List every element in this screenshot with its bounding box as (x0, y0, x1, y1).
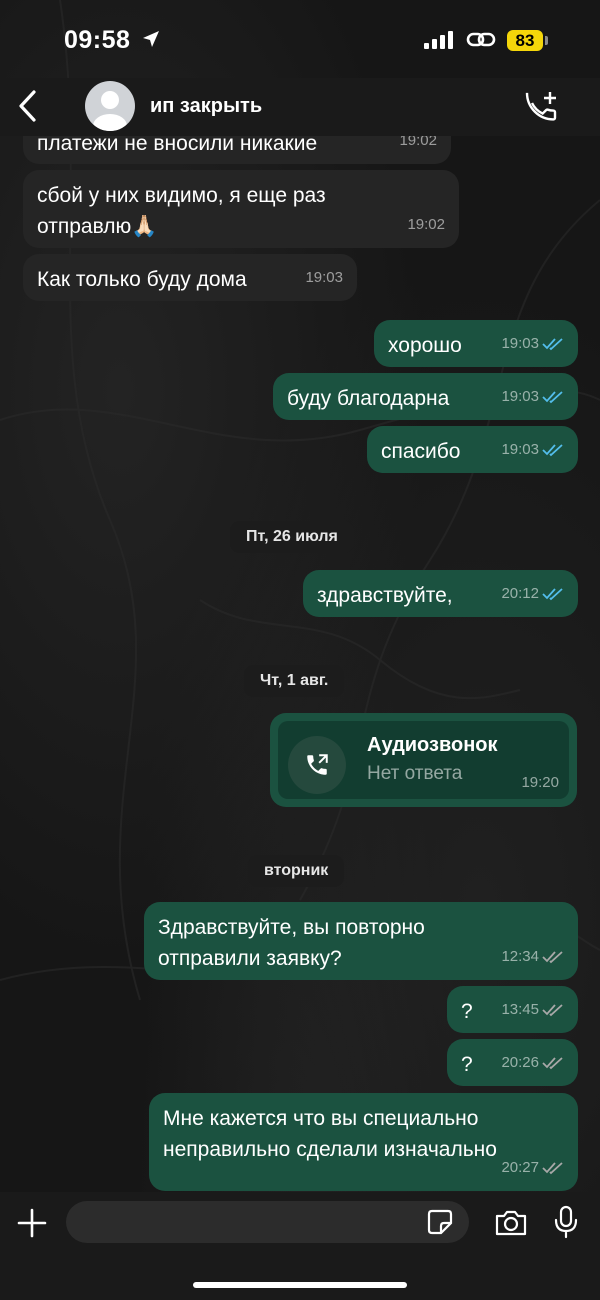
call-time: 19:20 (521, 774, 559, 791)
link-icon (466, 32, 496, 47)
location-arrow-icon (143, 31, 159, 47)
missed-call-icon (288, 736, 346, 794)
message-time: 19:03 (501, 328, 564, 359)
date-separator: Чт, 1 авг. (244, 665, 345, 697)
delivered-ticks-icon (542, 1003, 563, 1016)
message-bubble-outgoing[interactable]: буду благодарна 19:03 (273, 373, 578, 420)
sticker-icon[interactable] (427, 1209, 453, 1235)
message-time: 12:34 (501, 941, 564, 972)
date-separator: Пт, 26 июля (230, 521, 354, 553)
camera-icon[interactable] (494, 1209, 528, 1237)
delivered-ticks-icon (542, 950, 563, 963)
call-add-icon[interactable] (522, 88, 562, 124)
avatar-icon[interactable] (85, 81, 135, 131)
read-ticks-icon (542, 390, 563, 403)
message-text: Как только буду дома (37, 268, 247, 291)
home-indicator (193, 1282, 407, 1288)
message-time: 19:03 (305, 269, 343, 286)
status-bar: 09:58 83 (0, 0, 600, 80)
plus-icon[interactable] (17, 1208, 47, 1238)
message-bubble-outgoing[interactable]: Здравствуйте, вы повторно отправили заяв… (144, 902, 578, 980)
chat-header: ип закрыть (0, 78, 600, 136)
call-status: Нет ответа (367, 763, 463, 784)
messages-area[interactable]: платежи не вносили никакие 19:02 сбой у … (0, 0, 600, 1192)
message-bubble-outgoing[interactable]: ? 13:45 (447, 986, 578, 1033)
message-bubble-outgoing[interactable]: хорошо 19:03 (374, 320, 578, 367)
read-ticks-icon (542, 587, 563, 600)
audio-call-inner: Аудиозвонок Нет ответа 19:20 (278, 721, 569, 799)
message-bubble-incoming[interactable]: Как только буду дома 19:03 (23, 254, 357, 301)
battery-level: 83 (507, 30, 543, 51)
read-ticks-icon (542, 337, 563, 350)
message-bubble-outgoing[interactable]: ? 20:26 (447, 1039, 578, 1086)
message-input[interactable] (66, 1201, 469, 1243)
date-separator: вторник (248, 855, 345, 887)
message-text: сбой у них видимо, я еще раз отправлю🙏🏻 (37, 184, 326, 238)
signal-icon (424, 31, 453, 49)
status-time: 09:58 (64, 26, 131, 54)
mic-icon[interactable] (554, 1205, 578, 1239)
message-time: 20:26 (501, 1047, 564, 1078)
message-bubble-outgoing[interactable]: здравствуйте, 20:12 (303, 570, 578, 617)
message-bubble-outgoing[interactable]: Мне кажется что вы специально неправильн… (149, 1093, 578, 1191)
call-title: Аудиозвонок (367, 734, 498, 756)
message-time: 20:12 (501, 578, 564, 609)
message-time: 19:02 (407, 216, 445, 233)
audio-call-card[interactable]: Аудиозвонок Нет ответа 19:20 (270, 713, 577, 807)
contact-name[interactable]: ип закрыть (150, 95, 262, 118)
message-time: 20:27 (501, 1152, 564, 1183)
message-bubble-incoming[interactable]: сбой у них видимо, я еще раз отправлю🙏🏻 … (23, 170, 459, 248)
delivered-ticks-icon (542, 1161, 563, 1174)
message-time: 19:03 (501, 381, 564, 412)
message-time: 13:45 (501, 994, 564, 1025)
input-bar (0, 1192, 600, 1300)
message-bubble-outgoing[interactable]: спасибо 19:03 (367, 426, 578, 473)
read-ticks-icon (542, 443, 563, 456)
battery-nub (545, 36, 548, 45)
delivered-ticks-icon (542, 1056, 563, 1069)
back-icon[interactable] (16, 88, 38, 124)
message-time: 19:03 (501, 434, 564, 465)
